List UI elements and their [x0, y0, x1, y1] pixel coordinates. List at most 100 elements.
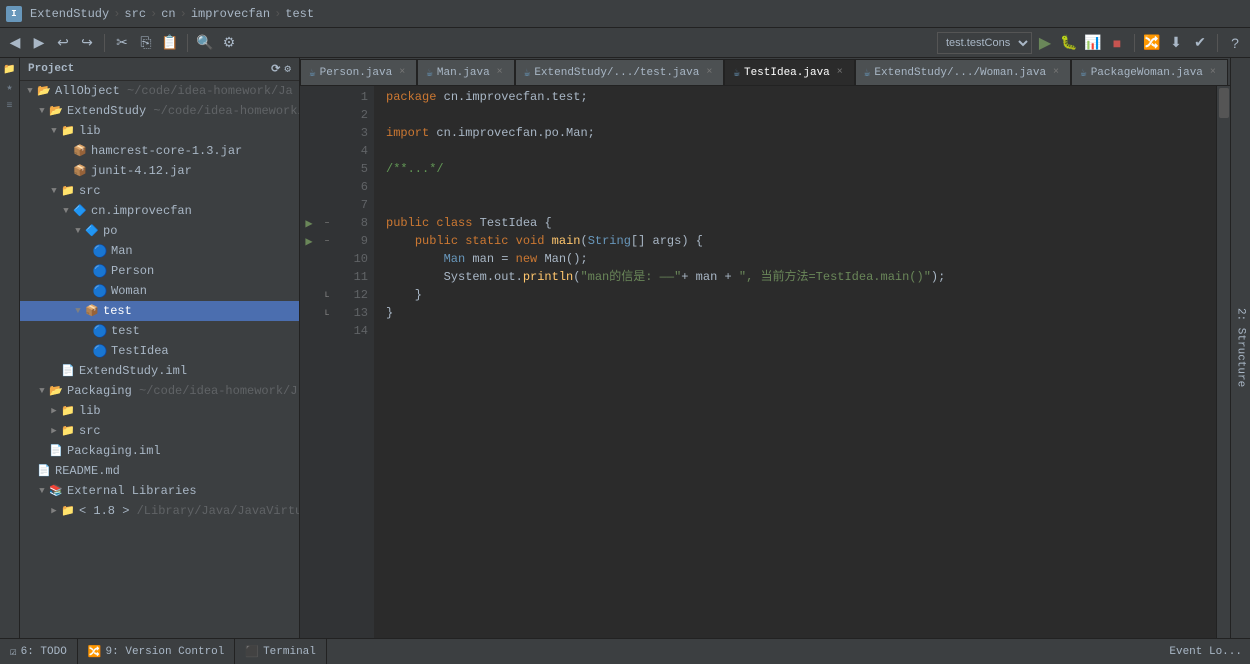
tree-item-test-file[interactable]: 🔵 test	[20, 321, 299, 341]
bottom-tab-terminal[interactable]: ⬛ Terminal	[235, 639, 327, 664]
coverage-btn[interactable]: 📊	[1082, 32, 1104, 54]
label-po: po	[103, 224, 117, 238]
tab-close-test[interactable]: ×	[703, 67, 715, 79]
tab-person[interactable]: ☕ Person.java ×	[300, 59, 417, 85]
md-icon-readme: 📄	[36, 463, 52, 479]
debug-btn[interactable]: 🐛	[1058, 32, 1080, 54]
toolbar-cut-btn[interactable]: ✂	[111, 32, 133, 54]
tab-packagewoman[interactable]: ☕ PackageWoman.java ×	[1071, 59, 1228, 85]
bottom-tab-todo[interactable]: ☑ 6: TODO	[0, 639, 78, 664]
run-class-btn[interactable]: ▶	[300, 214, 318, 232]
toolbar-back-btn[interactable]: ◀	[4, 32, 26, 54]
tab-close-woman[interactable]: ×	[1050, 67, 1062, 79]
tree-item-cnimprovecfan[interactable]: ▼ 🔷 cn.improvecfan	[20, 201, 299, 221]
stop-btn[interactable]: ■	[1106, 32, 1128, 54]
tree-item-jre18[interactable]: ▶ 📁 < 1.8 > /Library/Java/JavaVirtual...	[20, 501, 299, 521]
tree-item-readme[interactable]: 📄 README.md	[20, 461, 299, 481]
label-src: src	[79, 184, 101, 198]
scrollbar-thumb[interactable]	[1219, 88, 1229, 118]
label-cnimprovecfan: cn.improvecfan	[91, 204, 192, 218]
breadcrumb-src[interactable]: src	[124, 7, 146, 21]
tab-test[interactable]: ☕ ExtendStudy/.../test.java ×	[515, 59, 725, 85]
tree-item-extendstudy-iml[interactable]: 📄 ExtendStudy.iml	[20, 361, 299, 381]
code-content[interactable]: package cn.improvecfan.test; import cn.i…	[374, 86, 1216, 638]
toolbar-copy-btn[interactable]: ⎘	[135, 32, 157, 54]
tree-item-pkg-lib[interactable]: ▶ 📁 lib	[20, 401, 299, 421]
code-line-8: public class TestIdea {	[386, 214, 1216, 232]
line-num-4: 4	[334, 142, 368, 160]
jar-icon-hamcrest: 📦	[72, 143, 88, 159]
bottom-tab-vcs[interactable]: 🔀 9: Version Control	[78, 639, 236, 664]
tree-item-src[interactable]: ▼ 📁 src	[20, 181, 299, 201]
tree-item-woman[interactable]: 🔵 Woman	[20, 281, 299, 301]
fold-class[interactable]: −	[320, 214, 334, 232]
tab-close-testidea[interactable]: ×	[834, 67, 846, 79]
line-num-6: 6	[334, 178, 368, 196]
tab-testidea[interactable]: ☕ TestIdea.java ×	[724, 59, 854, 85]
toolbar-undo-btn[interactable]: ↩	[52, 32, 74, 54]
fold-2	[320, 106, 334, 124]
arrow-pkg-lib: ▶	[48, 405, 60, 417]
tree-item-man[interactable]: 🔵 Man	[20, 241, 299, 261]
code-line-10: Man man = new Man();	[386, 250, 1216, 268]
structure-panel[interactable]: 2: Structure	[1230, 58, 1250, 638]
tree-item-po[interactable]: ▼ 🔷 po	[20, 221, 299, 241]
vcs-icon: 🔀	[88, 645, 102, 659]
event-log-label[interactable]: Event Lo...	[1169, 646, 1242, 658]
label-person: Person	[111, 264, 154, 278]
tree-item-person[interactable]: 🔵 Person	[20, 261, 299, 281]
label-junit: junit-4.12.jar	[91, 164, 192, 178]
tree-item-testidea[interactable]: 🔵 TestIdea	[20, 341, 299, 361]
fold-method[interactable]: −	[320, 232, 334, 250]
tree-item-packaging[interactable]: ▼ 📂 Packaging ~/code/idea-homework/J...	[20, 381, 299, 401]
label-allobject: AllObject ~/code/idea-homework/Ja	[55, 84, 293, 98]
line-num-8: 8	[334, 214, 368, 232]
src-icon-pkg: 📁	[60, 423, 76, 439]
run-config-dropdown[interactable]: test.testCons	[937, 32, 1032, 54]
tab-close-person[interactable]: ×	[396, 67, 408, 79]
tab-close-packagewoman[interactable]: ×	[1207, 67, 1219, 79]
fold-method-close[interactable]: L	[320, 286, 334, 304]
structure-icon[interactable]: ≡	[2, 98, 18, 114]
run-btn[interactable]: ▶	[1034, 32, 1056, 54]
tab-close-man[interactable]: ×	[494, 67, 506, 79]
tree-item-junit[interactable]: 📦 junit-4.12.jar	[20, 161, 299, 181]
vcs-btn[interactable]: 🔀	[1141, 32, 1163, 54]
tab-woman[interactable]: ☕ ExtendStudy/.../Woman.java ×	[855, 59, 1071, 85]
right-scrollbar-panel[interactable]	[1216, 86, 1230, 638]
tree-item-allobject[interactable]: ▼ 📂 AllObject ~/code/idea-homework/Ja	[20, 81, 299, 101]
tree-item-extendstudy[interactable]: ▼ 📂 ExtendStudy ~/code/idea-homework/...	[20, 101, 299, 121]
favorites-icon[interactable]: ★	[2, 80, 18, 96]
code-line-6	[386, 178, 1216, 196]
help-btn[interactable]: ?	[1224, 32, 1246, 54]
toolbar-forward-btn[interactable]: ▶	[28, 32, 50, 54]
breadcrumb-test[interactable]: test	[285, 7, 314, 21]
breadcrumb: ExtendStudy › src › cn › improvecfan › t…	[30, 7, 314, 21]
breadcrumb-extendstudy[interactable]: ExtendStudy	[30, 7, 109, 21]
tree-item-extlibs[interactable]: ▼ 📚 External Libraries	[20, 481, 299, 501]
breadcrumb-improvecfan[interactable]: improvecfan	[191, 7, 270, 21]
toolbar-paste-btn[interactable]: 📋	[159, 32, 181, 54]
panel-sync-icon[interactable]: ⟳	[271, 62, 280, 76]
run-line-empty4	[300, 142, 318, 160]
toolbar-redo-btn[interactable]: ↪	[76, 32, 98, 54]
fold-class-close[interactable]: L	[320, 304, 334, 322]
tree-item-pkg-src[interactable]: ▶ 📁 src	[20, 421, 299, 441]
toolbar-settings-btn[interactable]: ⚙	[218, 32, 240, 54]
tree-item-packaging-iml[interactable]: 📄 Packaging.iml	[20, 441, 299, 461]
tab-man[interactable]: ☕ Man.java ×	[417, 59, 514, 85]
breadcrumb-cn[interactable]: cn	[161, 7, 175, 21]
tree-item-test[interactable]: ▼ 📦 test	[20, 301, 299, 321]
tab-label-test: ExtendStudy/.../test.java	[534, 67, 699, 79]
panel-gear-icon[interactable]: ⚙	[284, 62, 291, 76]
update-btn[interactable]: ⬇	[1165, 32, 1187, 54]
project-icon[interactable]: 📁	[2, 62, 18, 78]
toolbar-search-btn[interactable]: 🔍	[194, 32, 216, 54]
tree-item-hamcrest[interactable]: 📦 hamcrest-core-1.3.jar	[20, 141, 299, 161]
java-icon-testidea: 🔵	[92, 343, 108, 359]
run-main-btn[interactable]: ▶	[300, 232, 318, 250]
commit-btn[interactable]: ✔	[1189, 32, 1211, 54]
tree-item-lib[interactable]: ▼ 📁 lib	[20, 121, 299, 141]
folder-icon-extendstudy: 📂	[48, 103, 64, 119]
vcs-label: 9: Version Control	[106, 646, 225, 658]
